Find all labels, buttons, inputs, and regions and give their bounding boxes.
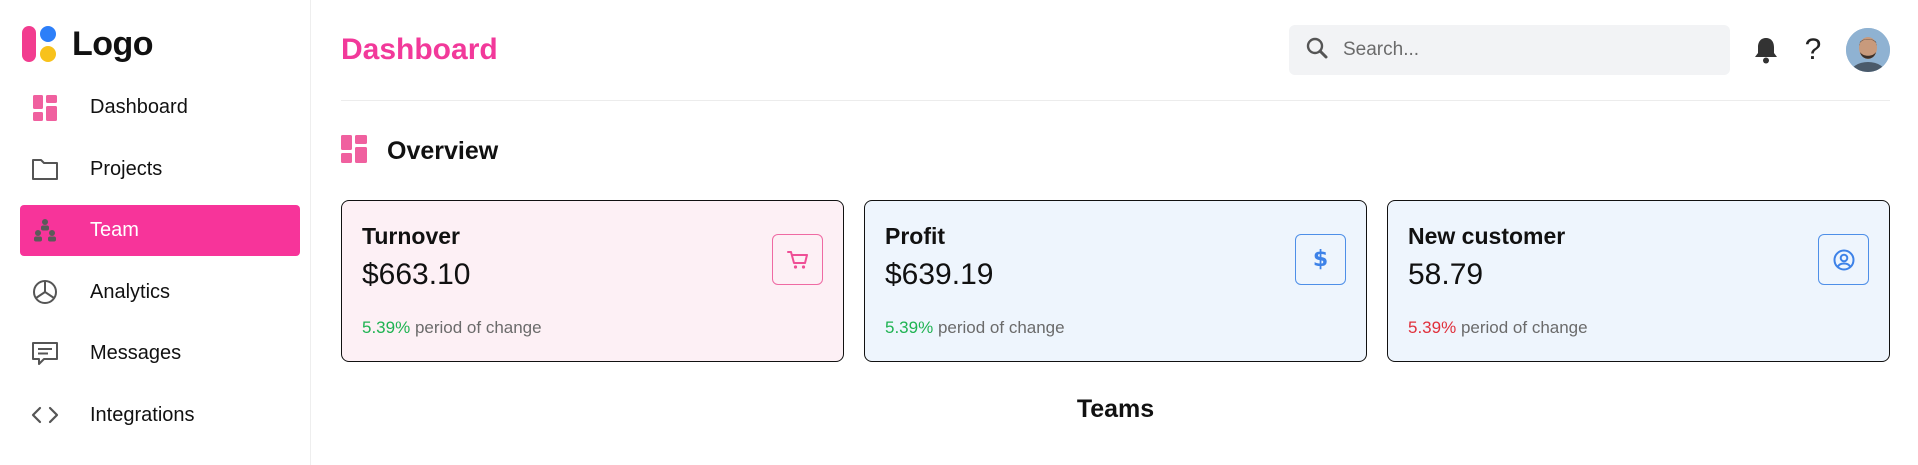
sidebar-item-label: Messages	[90, 342, 182, 364]
message-icon	[30, 339, 60, 369]
logo-text: Logo	[72, 25, 154, 63]
sidebar-item-label: Projects	[90, 157, 163, 180]
teams-title: Teams	[1076, 395, 1155, 423]
card-title: New customer	[1408, 223, 1566, 249]
sidebar-item-label: Analytics	[90, 280, 171, 303]
card-value: 58.79	[1408, 258, 1484, 291]
logo[interactable]: Logo	[22, 22, 310, 67]
stats-cards: Turnover $663.10 5.39% period of change	[341, 200, 1890, 362]
dollar-glyph: $	[1312, 247, 1329, 272]
overview-section: Overview Turnover $663.10 5.39% period o…	[341, 101, 1890, 362]
team-icon	[30, 216, 60, 246]
overview-title: Overview	[387, 137, 499, 165]
main-content: Dashboard ?	[311, 0, 1918, 465]
sidebar-item-messages[interactable]: Messages	[20, 328, 300, 379]
code-icon	[30, 400, 60, 430]
sidebar-item-projects[interactable]: Projects	[20, 144, 300, 195]
change-percent: 5.39%	[885, 318, 934, 337]
page-title: Dashboard	[341, 33, 498, 66]
cart-icon[interactable]	[772, 234, 823, 285]
sidebar: Logo Dashboard Projects Team Analytics M…	[0, 0, 311, 465]
logo-mark-icon	[22, 24, 62, 66]
sidebar-item-dashboard[interactable]: Dashboard	[20, 82, 300, 133]
card-value: $663.10	[362, 258, 471, 291]
change-percent: 5.39%	[1408, 318, 1457, 337]
sidebar-item-label: Dashboard	[90, 96, 188, 118]
sidebar-item-label: Team	[90, 219, 139, 241]
change-percent: 5.39%	[362, 318, 411, 337]
search-icon	[1305, 36, 1329, 65]
dollar-icon[interactable]: $	[1295, 234, 1346, 285]
change-text: period of change	[1460, 318, 1588, 337]
sidebar-nav: Dashboard Projects Team Analytics Messag…	[0, 82, 310, 441]
avatar[interactable]	[1846, 28, 1890, 72]
card-title: Profit	[885, 223, 946, 249]
search-box	[1289, 25, 1730, 75]
sidebar-item-team[interactable]: Team	[20, 205, 300, 256]
topbar: Dashboard ?	[341, 0, 1890, 101]
card-value: $639.19	[885, 258, 994, 291]
card-change: 5.39% period of change	[362, 318, 823, 338]
app-root: Logo Dashboard Projects Team Analytics M…	[0, 0, 1918, 465]
card-title: Turnover	[362, 223, 460, 249]
sidebar-item-analytics[interactable]: Analytics	[20, 267, 300, 318]
card-change: 5.39% period of change	[885, 318, 1346, 338]
pie-chart-icon	[30, 277, 60, 307]
sidebar-item-label: Integrations	[90, 403, 195, 426]
overview-icon	[341, 135, 367, 168]
change-text: period of change	[937, 318, 1065, 337]
bell-icon[interactable]	[1748, 32, 1784, 68]
dashboard-icon	[30, 93, 60, 123]
stat-card-turnover[interactable]: Turnover $663.10 5.39% period of change	[341, 200, 844, 362]
help-icon[interactable]: ?	[1798, 33, 1828, 67]
card-change: 5.39% period of change	[1408, 318, 1869, 338]
sidebar-item-integrations[interactable]: Integrations	[20, 390, 300, 441]
topbar-actions: ?	[1289, 25, 1890, 75]
change-text: period of change	[414, 318, 542, 337]
search-input[interactable]	[1343, 39, 1703, 61]
overview-header: Overview	[341, 101, 1890, 202]
user-circle-icon[interactable]	[1818, 234, 1869, 285]
folder-icon	[30, 154, 60, 184]
stat-card-profit[interactable]: Profit $639.19 5.39% period of change $	[864, 200, 1367, 362]
stat-card-new-customer[interactable]: New customer 58.79 5.39% period of chang…	[1387, 200, 1890, 362]
